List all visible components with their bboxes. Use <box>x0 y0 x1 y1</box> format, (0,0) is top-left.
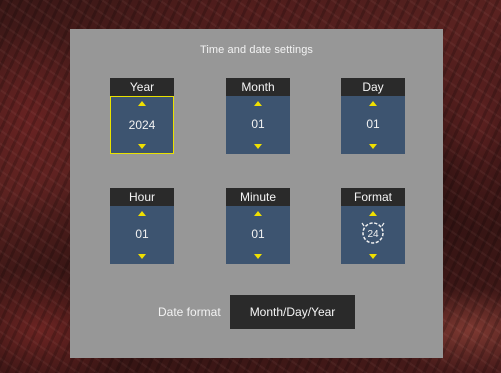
format-down-arrow-icon[interactable] <box>369 254 377 259</box>
settings-panel: Time and date settings Year 2024 Month 0… <box>70 29 443 358</box>
day-value: 01 <box>366 117 380 131</box>
day-down-arrow-icon[interactable] <box>369 144 377 149</box>
minute-label: Minute <box>226 188 290 206</box>
panel-title: Time and date settings <box>199 44 314 56</box>
year-up-arrow-icon[interactable] <box>138 101 146 106</box>
format-label: Format <box>341 188 405 206</box>
background-image: Time and date settings Year 2024 Month 0… <box>0 0 501 373</box>
hour-down-arrow-icon[interactable] <box>138 254 146 259</box>
month-field: Month 01 <box>226 78 290 154</box>
day-up-arrow-icon[interactable] <box>369 101 377 106</box>
day-label: Day <box>341 78 405 96</box>
month-up-arrow-icon[interactable] <box>254 101 262 106</box>
month-label: Month <box>226 78 290 96</box>
minute-spinner[interactable]: 01 <box>226 206 290 264</box>
day-field: Day 01 <box>341 78 405 154</box>
format-value: 24 <box>367 229 379 240</box>
hour-label: Hour <box>110 188 174 206</box>
year-down-arrow-icon[interactable] <box>138 144 146 149</box>
year-spinner[interactable]: 2024 <box>110 96 174 154</box>
minute-up-arrow-icon[interactable] <box>254 211 262 216</box>
hour-field: Hour 01 <box>110 188 174 264</box>
day-spinner[interactable]: 01 <box>341 96 405 154</box>
minute-value: 01 <box>251 227 265 241</box>
hour-up-arrow-icon[interactable] <box>138 211 146 216</box>
hour-spinner[interactable]: 01 <box>110 206 174 264</box>
hour-value: 01 <box>135 227 149 241</box>
minute-down-arrow-icon[interactable] <box>254 254 262 259</box>
month-spinner[interactable]: 01 <box>226 96 290 154</box>
format-field: Format 24 <box>341 188 405 264</box>
format-up-arrow-icon[interactable] <box>369 211 377 216</box>
month-value: 01 <box>251 117 265 131</box>
year-value: 2024 <box>128 118 156 132</box>
format-spinner[interactable]: 24 <box>341 206 405 264</box>
clock-24-icon: 24 <box>361 222 385 244</box>
month-down-arrow-icon[interactable] <box>254 144 262 149</box>
year-field: Year 2024 <box>110 78 174 154</box>
date-format-label: Date format <box>158 305 221 319</box>
minute-field: Minute 01 <box>226 188 290 264</box>
year-label: Year <box>110 78 174 96</box>
date-format-button[interactable]: Month/Day/Year <box>230 295 355 329</box>
